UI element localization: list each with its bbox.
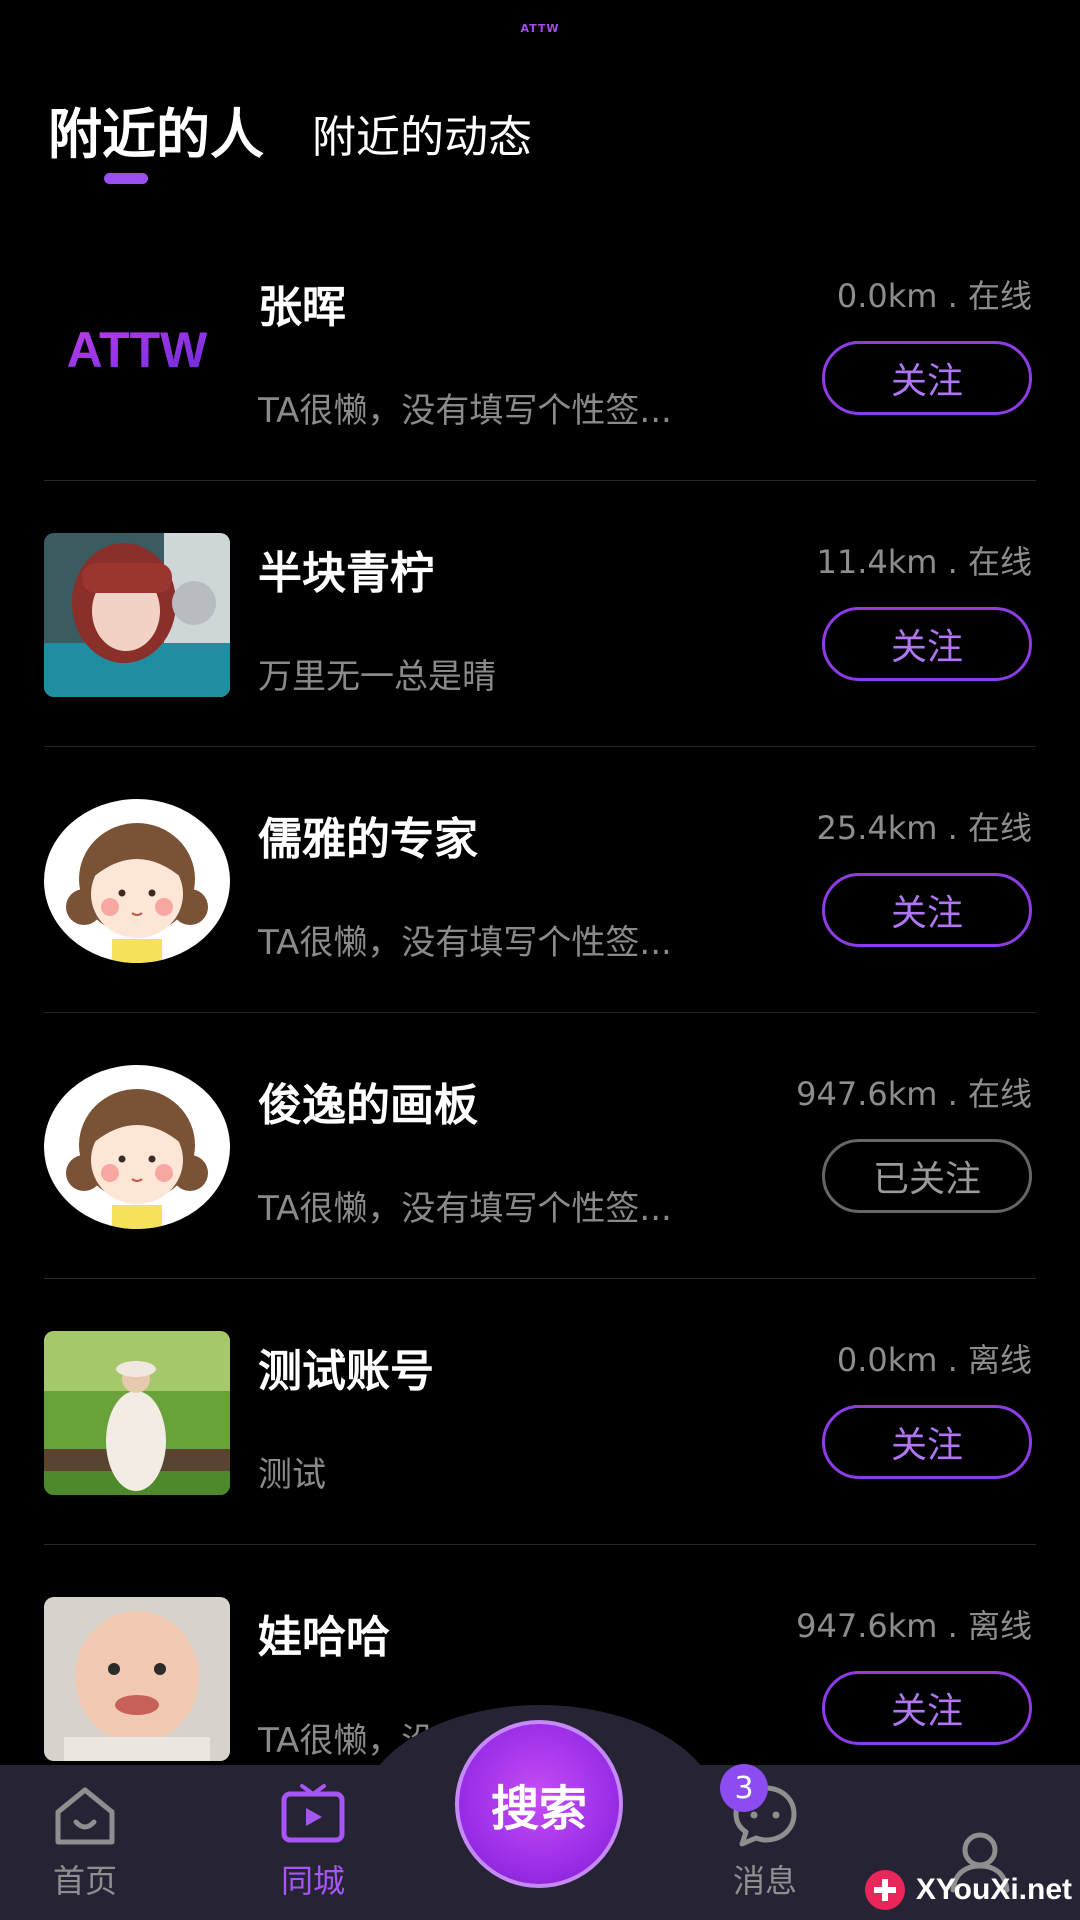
user-name: 张晖 (258, 282, 346, 333)
user-name: 俊逸的画板 (258, 1080, 478, 1131)
active-tab-indicator (104, 173, 148, 184)
search-button[interactable]: 搜索 (455, 1720, 623, 1888)
list-item[interactable]: ATTW 张晖 TA很懒，没有填写个性签... 0.0km . 在线 关注 (0, 215, 1080, 481)
avatar[interactable]: ATTW (44, 267, 230, 431)
user-name: 半块青柠 (258, 548, 434, 599)
user-signature: TA很懒，没有填写个性签... (258, 391, 672, 431)
follow-button[interactable]: 关注 (822, 607, 1032, 681)
avatar-logo-text: ATTW (67, 322, 208, 378)
list-item[interactable]: 测试账号 测试 0.0km . 离线 关注 (0, 1279, 1080, 1545)
user-signature: 测试 (258, 1455, 326, 1495)
tab-nearby-people[interactable]: 附近的人 (48, 90, 264, 169)
avatar[interactable] (44, 1597, 230, 1761)
list-item[interactable]: 儒雅的专家 TA很懒，没有填写个性签... 25.4km . 在线 关注 (0, 747, 1080, 1013)
user-name: 测试账号 (258, 1346, 434, 1397)
watermark-text: XYouXi.net (915, 1873, 1072, 1906)
unread-badge: 3 (720, 1764, 768, 1812)
tab-nearby-moments[interactable]: 附近的动态 (312, 101, 532, 169)
avatar[interactable] (44, 533, 230, 697)
home-icon (55, 1787, 115, 1845)
follow-button[interactable]: 关注 (822, 341, 1032, 415)
follow-button[interactable]: 关注 (822, 1671, 1032, 1745)
follow-button[interactable]: 关注 (822, 1405, 1032, 1479)
user-signature: TA很懒，没有填写个性签... (258, 1189, 672, 1229)
top-tabs: 附近的人 附近的动态 (48, 90, 532, 169)
distance-status: 0.0km . 离线 (836, 1341, 1032, 1379)
user-signature: 万里无一总是晴 (258, 657, 496, 697)
distance-status: 25.4km . 在线 (816, 809, 1032, 847)
distance-status: 947.6km . 在线 (796, 1075, 1032, 1113)
list-item[interactable]: 俊逸的画板 TA很懒，没有填写个性签... 947.6km . 在线 已关注 (0, 1013, 1080, 1279)
distance-status: 947.6km . 离线 (796, 1607, 1032, 1645)
tv-icon (281, 1784, 345, 1843)
user-name: 儒雅的专家 (258, 814, 478, 865)
watermark: XYouXi.net (862, 1866, 1072, 1914)
nav-messages-label: 消息 (732, 1862, 797, 1900)
user-list: ATTW 张晖 TA很懒，没有填写个性签... 0.0km . 在线 关注 半块… (0, 215, 1080, 1811)
status-bar-logo: ATTW (520, 22, 560, 35)
nav-city-label: 同城 (280, 1862, 345, 1900)
user-name: 娃哈哈 (258, 1612, 390, 1663)
avatar[interactable] (44, 1331, 230, 1495)
nav-home[interactable]: 首页 (25, 1780, 145, 1902)
list-item[interactable]: 半块青柠 万里无一总是晴 11.4km . 在线 关注 (0, 481, 1080, 747)
avatar[interactable] (44, 1065, 230, 1229)
nav-home-label: 首页 (52, 1862, 117, 1900)
follow-button[interactable]: 关注 (822, 873, 1032, 947)
watermark-logo-icon (864, 1870, 905, 1910)
distance-status: 0.0km . 在线 (836, 277, 1032, 315)
followed-button[interactable]: 已关注 (822, 1139, 1032, 1213)
avatar[interactable] (44, 799, 230, 963)
distance-status: 11.4km . 在线 (816, 543, 1032, 581)
user-signature: TA很懒，没有填写个性签... (258, 923, 672, 963)
nav-city[interactable]: 同城 (253, 1780, 373, 1902)
